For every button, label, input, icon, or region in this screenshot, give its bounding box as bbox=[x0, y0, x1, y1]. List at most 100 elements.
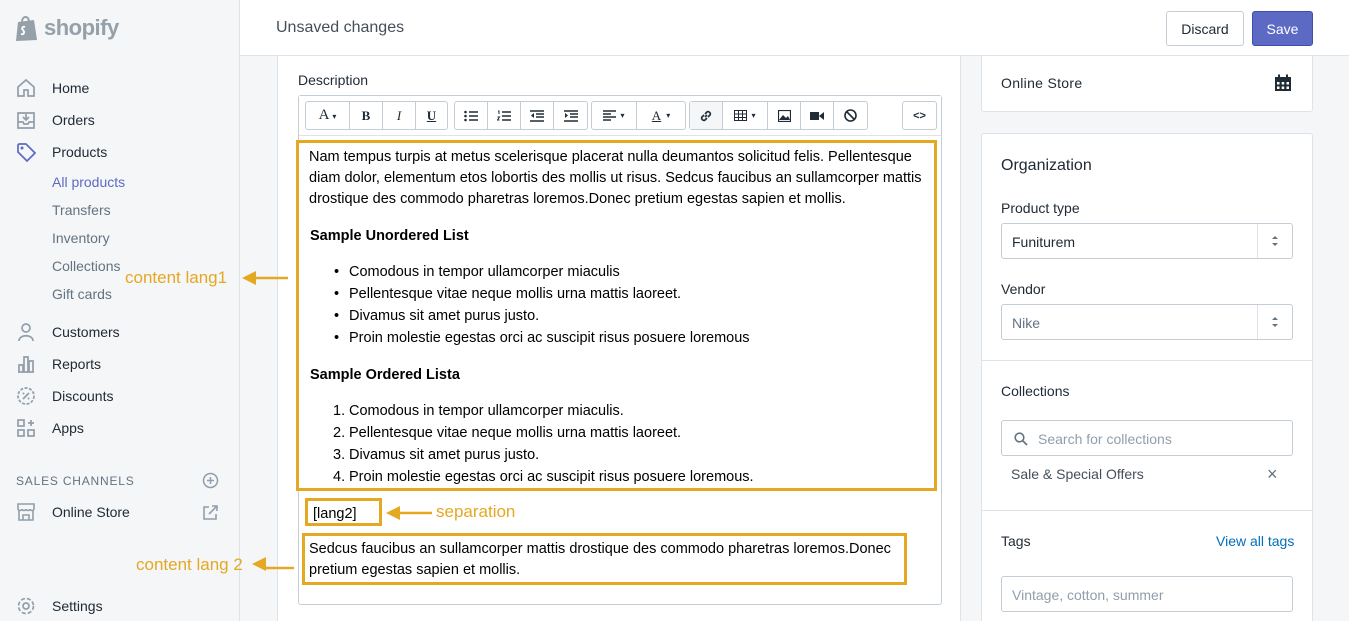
font-size-dropdown[interactable]: A ▾ bbox=[306, 102, 350, 129]
description-label: Description bbox=[298, 72, 369, 88]
tag-icon bbox=[16, 142, 37, 163]
shopify-bag-icon bbox=[14, 14, 40, 42]
nav-item-customers[interactable]: Customers bbox=[0, 316, 239, 348]
close-icon[interactable]: × bbox=[1267, 464, 1278, 485]
annotation-label-separation: separation bbox=[436, 502, 516, 521]
vendor-select[interactable]: Nike bbox=[1001, 304, 1293, 340]
store-icon bbox=[16, 502, 36, 522]
product-type-label: Product type bbox=[1001, 200, 1080, 216]
sidebar: shopify Home Orders Products All product… bbox=[0, 0, 240, 621]
bar-chart-icon bbox=[16, 354, 36, 374]
link-button[interactable] bbox=[690, 102, 723, 129]
bold-button[interactable]: B bbox=[350, 102, 383, 129]
calendar-icon[interactable] bbox=[1274, 74, 1292, 92]
collections-label: Collections bbox=[1001, 383, 1070, 399]
brand-name: shopify bbox=[44, 15, 119, 40]
nav-label-customers: Customers bbox=[52, 324, 120, 340]
nav-label-products: Products bbox=[52, 144, 108, 160]
nav-item-home[interactable]: Home bbox=[0, 72, 239, 104]
outdent-button[interactable] bbox=[521, 102, 554, 129]
underline-button[interactable]: U bbox=[416, 102, 447, 129]
nav-sub-collections[interactable]: Collections bbox=[52, 258, 120, 274]
visibility-card: Online Store bbox=[981, 56, 1313, 112]
image-button[interactable] bbox=[768, 102, 801, 129]
indent-button[interactable] bbox=[554, 102, 587, 129]
align-dropdown[interactable]: ▾ bbox=[592, 102, 637, 129]
indent-icon bbox=[563, 109, 578, 122]
annotation-box-separator bbox=[305, 498, 382, 526]
tags-input[interactable]: Vintage, cotton, summer bbox=[1001, 576, 1293, 612]
collection-tag: Sale & Special Offers bbox=[1011, 466, 1144, 482]
nav-sub-gift-cards[interactable]: Gift cards bbox=[52, 286, 112, 302]
nav-label-discounts: Discounts bbox=[52, 388, 114, 404]
text-color-dropdown[interactable]: A ▾ bbox=[637, 102, 685, 129]
toolbar-group-lists bbox=[454, 101, 588, 130]
video-button[interactable] bbox=[801, 102, 834, 129]
bullet-list-icon bbox=[464, 110, 478, 121]
save-button[interactable]: Save bbox=[1252, 11, 1313, 46]
table-dropdown[interactable]: ▾ bbox=[723, 102, 768, 129]
toolbar-group-code: <> bbox=[902, 101, 937, 130]
orders-icon bbox=[16, 110, 36, 130]
divider bbox=[982, 510, 1312, 511]
nav-sub-transfers[interactable]: Transfers bbox=[52, 202, 111, 218]
sales-channels-heading: SALES CHANNELS bbox=[16, 474, 135, 488]
vendor-label: Vendor bbox=[1001, 281, 1046, 297]
product-type-select[interactable]: Funiturem bbox=[1001, 223, 1293, 259]
tags-placeholder: Vintage, cotton, summer bbox=[1012, 587, 1164, 603]
numbered-list-button[interactable] bbox=[488, 102, 521, 129]
nav-label-reports: Reports bbox=[52, 356, 102, 372]
discard-button[interactable]: Discard bbox=[1166, 11, 1244, 46]
view-all-tags-link[interactable]: View all tags bbox=[1216, 533, 1294, 549]
font-button-label: A bbox=[318, 107, 329, 123]
collections-search-placeholder: Search for collections bbox=[1038, 431, 1172, 447]
annotation-label-lang2: content lang 2 bbox=[136, 555, 243, 574]
unsaved-changes-title: Unsaved changes bbox=[276, 19, 405, 36]
toolbar-group-align: ▾ A ▾ bbox=[591, 101, 686, 130]
nav-label-online-store: Online Store bbox=[52, 504, 130, 520]
annotation-arrow-lang1 bbox=[242, 271, 288, 285]
organization-card: Organization Product type Funiturem Vend… bbox=[981, 133, 1313, 621]
video-icon bbox=[810, 111, 824, 120]
annotation-arrow-lang2 bbox=[252, 557, 294, 571]
collections-search-input[interactable]: Search for collections bbox=[1001, 420, 1293, 456]
add-channel-icon[interactable] bbox=[202, 472, 219, 489]
clear-format-icon bbox=[844, 109, 857, 122]
annotation-box-lang1 bbox=[296, 140, 937, 491]
image-icon bbox=[777, 109, 791, 122]
toolbar-group-insert: ▾ bbox=[689, 101, 868, 130]
clear-format-button[interactable] bbox=[834, 102, 867, 129]
external-link-icon[interactable] bbox=[202, 504, 219, 521]
toolbar-group-text: A ▾ B I U bbox=[305, 101, 448, 130]
editor-toolbar: A ▾ B I U ▾ A ▾ ▾ <> bbox=[299, 96, 941, 136]
person-icon bbox=[16, 322, 36, 342]
numbered-list-icon bbox=[497, 110, 511, 121]
divider bbox=[982, 360, 1312, 361]
select-arrows-icon bbox=[1268, 314, 1282, 330]
bullet-list-button[interactable] bbox=[455, 102, 488, 129]
nav-label-apps: Apps bbox=[52, 420, 84, 436]
nav-item-discounts[interactable]: Discounts bbox=[0, 380, 239, 412]
html-code-button[interactable]: <> bbox=[903, 102, 936, 129]
nav-sub-inventory[interactable]: Inventory bbox=[52, 230, 110, 246]
nav-item-reports[interactable]: Reports bbox=[0, 348, 239, 380]
product-type-value: Funiturem bbox=[1012, 234, 1076, 250]
discount-icon bbox=[16, 386, 36, 406]
select-arrows-icon bbox=[1268, 233, 1282, 249]
nav-item-products[interactable]: Products bbox=[0, 136, 239, 168]
apps-icon bbox=[16, 418, 36, 438]
nav-label-home: Home bbox=[52, 80, 90, 96]
nav-sub-all-products[interactable]: All products bbox=[52, 174, 125, 190]
gear-icon bbox=[16, 596, 36, 616]
nav-item-orders[interactable]: Orders bbox=[0, 104, 239, 136]
italic-button[interactable]: I bbox=[383, 102, 416, 129]
nav-item-apps[interactable]: Apps bbox=[0, 412, 239, 444]
outdent-icon bbox=[530, 109, 544, 122]
nav-item-settings[interactable]: Settings bbox=[0, 590, 239, 621]
font-icon: A ▾ bbox=[318, 107, 337, 123]
home-icon bbox=[16, 78, 36, 98]
nav-label-orders: Orders bbox=[52, 112, 95, 128]
annotation-label-lang1: content lang1 bbox=[125, 268, 228, 287]
tags-label: Tags bbox=[1001, 533, 1031, 549]
shopify-logo[interactable]: shopify bbox=[14, 14, 119, 42]
